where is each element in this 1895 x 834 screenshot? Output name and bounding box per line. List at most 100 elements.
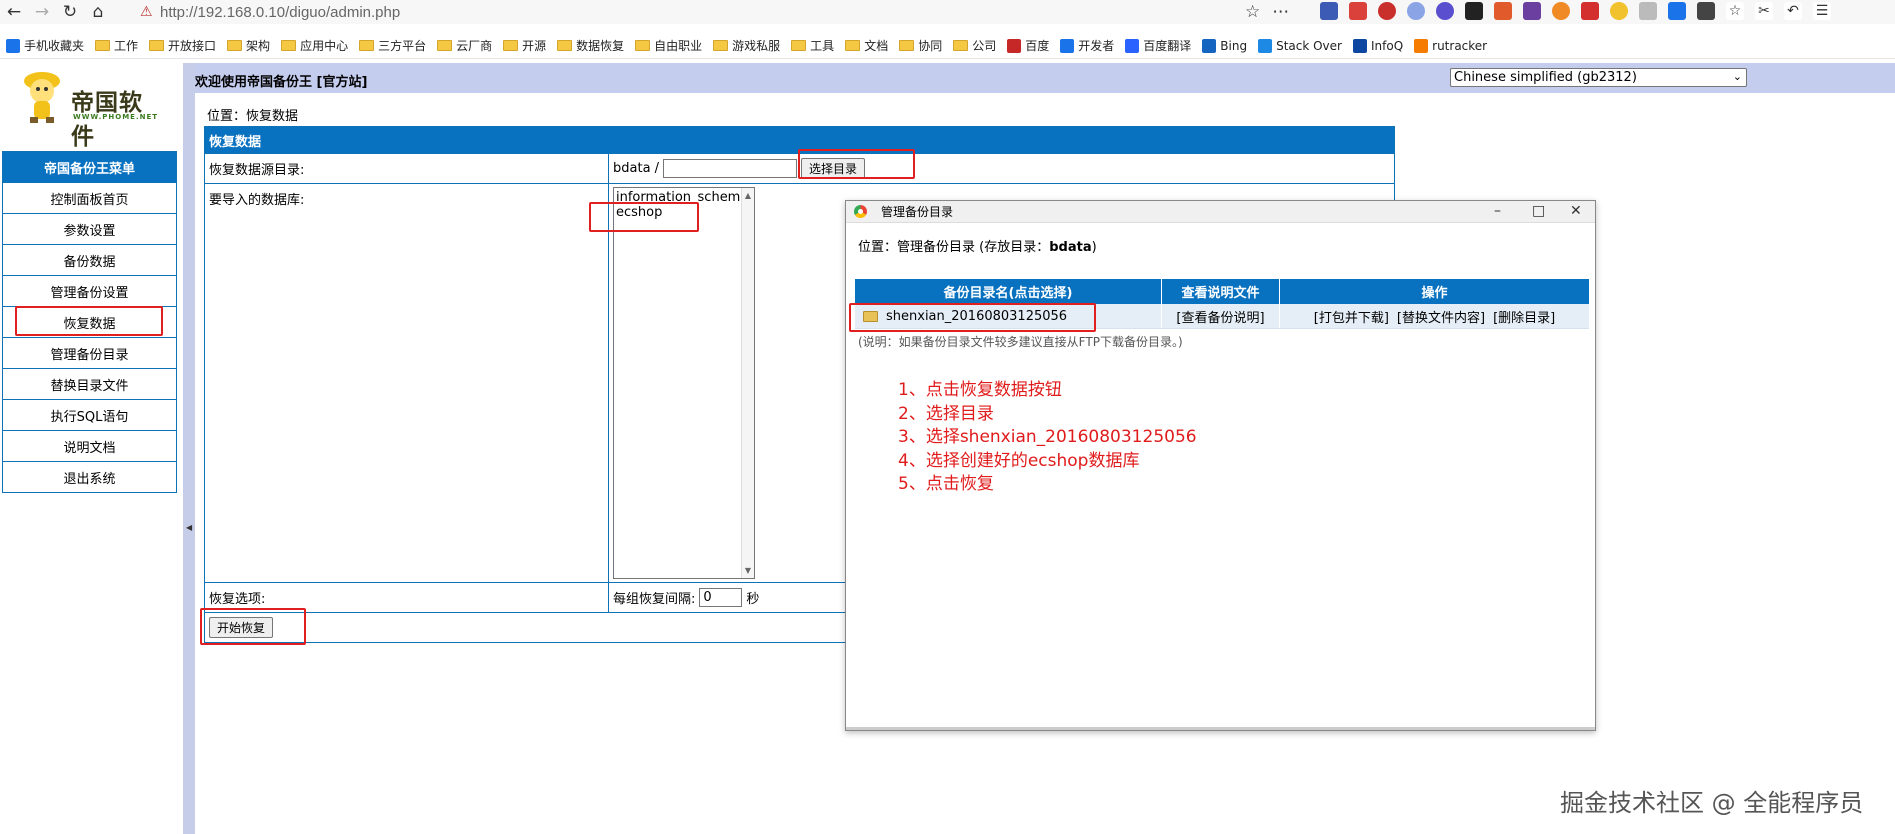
bookmark-item[interactable]: 工具: [791, 37, 834, 54]
bookmark-item[interactable]: rutracker: [1414, 38, 1488, 53]
source-dir-input[interactable]: [663, 159, 798, 178]
step-text: 5、点击恢复: [898, 474, 994, 494]
interval-value: 0: [703, 590, 712, 605]
folder-icon: [953, 40, 969, 51]
bookmark-label: Stack Over: [1276, 38, 1342, 53]
bookmark-item[interactable]: 工作: [95, 37, 138, 54]
extension-icon[interactable]: [1639, 2, 1657, 20]
location-prefix: 位置：管理备份目录 (存放目录：: [858, 240, 1050, 255]
bookmark-item[interactable]: 架构: [227, 37, 270, 54]
logo-url: WWW.PHOME.NET: [73, 113, 159, 121]
bookmark-item[interactable]: 开发者: [1060, 37, 1114, 54]
bookmark-item[interactable]: 协同: [899, 37, 942, 54]
extension-icon[interactable]: [1523, 2, 1541, 20]
close-icon[interactable]: ✕: [1570, 203, 1582, 219]
forward-icon[interactable]: →: [28, 0, 56, 24]
sidebar-item-backup[interactable]: 备份数据: [3, 244, 176, 275]
step-text: 4、选择创建好的ecshop数据库: [898, 450, 1140, 471]
bookmark-label: 文档: [864, 39, 889, 53]
view-readme-link[interactable]: [查看备份说明]: [1162, 304, 1280, 328]
sidebar-item-settings[interactable]: 参数设置: [3, 213, 176, 244]
sidebar-item-dashboard[interactable]: 控制面板首页: [3, 182, 176, 213]
breadcrumb: 位置：恢复数据: [207, 109, 299, 124]
bookmark-item[interactable]: 开源: [503, 37, 546, 54]
replace-content-link[interactable]: [替换文件内容]: [1397, 307, 1485, 326]
apps-grid-icon[interactable]: [1697, 2, 1715, 20]
window-titlebar: 管理备份目录 – □ ✕: [846, 201, 1595, 223]
folder-icon: [503, 40, 519, 51]
language-select[interactable]: Chinese simplified (gb2312) ⌄: [1450, 68, 1747, 87]
bookmark-item[interactable]: 百度翻译: [1125, 37, 1191, 54]
favicon-icon: [1202, 38, 1217, 53]
minimize-icon[interactable]: –: [1494, 203, 1501, 219]
bookmark-item[interactable]: 手机收藏夹: [6, 37, 84, 54]
sidebar-item-docs[interactable]: 说明文档: [3, 430, 176, 461]
extension-icon[interactable]: [1436, 2, 1454, 20]
collapse-arrow-icon[interactable]: ◀: [186, 523, 192, 532]
mascot-icon: [24, 72, 60, 123]
bookmark-item[interactable]: Bing: [1202, 38, 1248, 53]
instruction-steps: 1、点击恢复数据按钮 2、选择目录 3、选择shenxian_201608031…: [898, 379, 1197, 497]
bookmark-item[interactable]: 应用中心: [281, 37, 348, 54]
sidebar-item-exec-sql[interactable]: 执行SQL语句: [3, 399, 176, 430]
folder-icon: [635, 40, 651, 51]
bookmark-label: Bing: [1220, 38, 1248, 53]
extension-icon[interactable]: [1407, 2, 1425, 20]
extension-icon[interactable]: [1581, 2, 1599, 20]
bookmark-item[interactable]: 三方平台: [359, 37, 426, 54]
extension-icon[interactable]: [1465, 2, 1483, 20]
delete-dir-link[interactable]: [删除目录]: [1493, 307, 1555, 326]
bookmark-item[interactable]: 游戏私服: [713, 37, 780, 54]
sidebar-item-backup-settings[interactable]: 管理备份设置: [3, 275, 176, 306]
extension-icon[interactable]: [1552, 2, 1570, 20]
folder-icon: [149, 40, 165, 51]
interval-input[interactable]: 0: [699, 588, 743, 607]
sidebar-item-replace-files[interactable]: 替换目录文件: [3, 368, 176, 399]
address-bar[interactable]: ⚠ http://192.168.0.10/diguo/admin.php: [140, 0, 1280, 24]
flag-extension-icon[interactable]: [1320, 2, 1338, 20]
bookmark-star-icon[interactable]: ☆: [1245, 2, 1260, 22]
bookmark-item[interactable]: 百度: [1007, 37, 1049, 54]
bookmark-item[interactable]: 公司: [953, 37, 996, 54]
bookmark-item[interactable]: 文档: [845, 37, 888, 54]
scrollbar[interactable]: ▲ ▼: [741, 188, 754, 578]
adblock-icon[interactable]: [1378, 2, 1396, 20]
folder-icon: [713, 40, 729, 51]
bookmark-item[interactable]: 自由职业: [635, 37, 702, 54]
extension-icon[interactable]: [1610, 2, 1628, 20]
back-icon[interactable]: ←: [0, 0, 28, 24]
extension-icon[interactable]: [1349, 2, 1367, 20]
extension-icon[interactable]: [1668, 2, 1686, 20]
bookmark-label: 工具: [810, 39, 835, 53]
bookmark-label: rutracker: [1432, 38, 1488, 53]
annotation-box: [798, 149, 915, 179]
reload-icon[interactable]: ↻: [56, 0, 84, 24]
bookmark-label: 数据恢复: [576, 39, 625, 53]
undo-icon[interactable]: ↶: [1784, 2, 1802, 20]
favicon-icon: [1125, 38, 1140, 53]
scissors-icon[interactable]: ✂: [1755, 2, 1773, 20]
more-icon[interactable]: ⋯: [1272, 2, 1289, 22]
folder-icon: [359, 40, 375, 51]
url-text[interactable]: http://192.168.0.10/diguo/admin.php: [160, 4, 400, 21]
bookmark-item[interactable]: 开放接口: [149, 37, 216, 54]
home-icon[interactable]: ⌂: [84, 0, 112, 24]
sidebar-item-manage-dirs[interactable]: 管理备份目录: [3, 337, 176, 368]
database-list[interactable]: information_schema ecshop ▲ ▼: [613, 187, 755, 579]
reading-list-icon[interactable]: ☆: [1726, 2, 1744, 20]
maximize-icon[interactable]: □: [1532, 203, 1545, 219]
download-link[interactable]: [打包并下载]: [1314, 307, 1389, 326]
menu-icon[interactable]: ☰: [1813, 2, 1831, 20]
favicon-icon: [1007, 38, 1022, 53]
bookmark-item[interactable]: 云厂商: [437, 37, 492, 54]
bookmark-item[interactable]: Stack Over: [1258, 38, 1342, 53]
bookmark-item[interactable]: InfoQ: [1352, 38, 1403, 53]
source-dir-prefix: bdata /: [613, 161, 660, 176]
bookmark-item[interactable]: 数据恢复: [557, 37, 624, 54]
sidebar-item-logout[interactable]: 退出系统: [3, 461, 176, 492]
extension-icon[interactable]: [1494, 2, 1512, 20]
favicon-icon: [1352, 38, 1367, 53]
frame-splitter[interactable]: [183, 63, 195, 834]
insecure-icon[interactable]: ⚠: [140, 4, 160, 20]
bookmark-label: 工作: [114, 39, 139, 53]
